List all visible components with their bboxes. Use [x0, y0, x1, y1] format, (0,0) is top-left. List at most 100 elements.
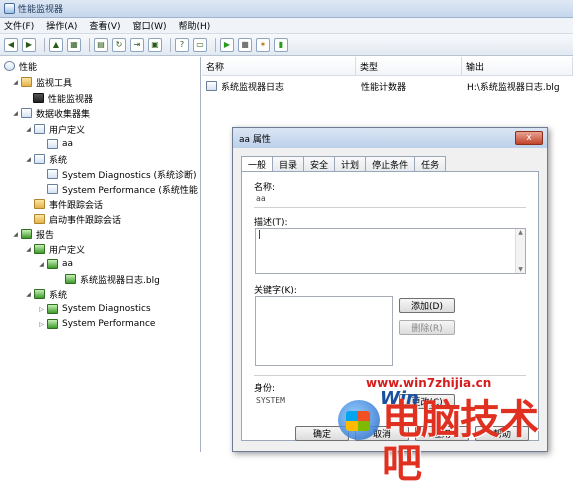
tree-system[interactable]: ◢ 系统	[25, 152, 67, 166]
collapse-arrow-icon[interactable]: ◢	[25, 156, 32, 163]
divider	[254, 207, 526, 208]
table-row[interactable]: 系统监视器日志	[206, 79, 284, 93]
toolbar-separator	[170, 37, 171, 52]
tree-sys-diagnostics[interactable]: System Diagnostics (系统诊断)	[47, 167, 197, 181]
collapse-arrow-icon[interactable]: ◢	[25, 246, 32, 253]
log-file-icon	[65, 274, 76, 284]
folder-icon	[34, 214, 45, 224]
tree-monitoring-tools[interactable]: ◢ 监视工具	[12, 75, 72, 89]
tree-reports-log[interactable]: 系统监视器日志.blg	[65, 272, 160, 286]
performance-icon	[4, 61, 15, 71]
tab-security[interactable]: 安全	[303, 156, 336, 171]
navigation-tree: 性能 ◢ 监视工具 性能监视器 ◢ 数据收集器集 ◢ 用户定义 aa ◢ 系统 …	[0, 57, 201, 452]
expand-arrow-icon[interactable]: ▷	[38, 321, 45, 328]
new-set-icon[interactable]: ✶	[256, 37, 270, 52]
toolbar: ◀ ▶ ▲ ▦ ▤ ↻ ⇥ ▣ ? ▭ ▶ ■ ✶ ▮	[0, 34, 573, 56]
tree-event-trace[interactable]: 事件跟踪会话	[34, 197, 103, 211]
add-keyword-button[interactable]: 添加(D)	[399, 298, 455, 313]
tab-directory[interactable]: 目录	[272, 156, 305, 171]
dialog-title-bar: aa 属性 x	[233, 128, 547, 148]
tab-general[interactable]: 一般	[241, 156, 274, 172]
properties-icon[interactable]: ▣	[148, 37, 162, 52]
collector-set-icon	[21, 108, 32, 118]
report-icon	[34, 244, 45, 254]
menu-window[interactable]: 窗口(W)	[133, 19, 167, 32]
folder-icon	[34, 199, 45, 209]
chart-icon	[33, 93, 44, 103]
report-icon	[47, 259, 58, 269]
menu-action[interactable]: 操作(A)	[46, 19, 77, 32]
copy-icon[interactable]: ▤	[94, 37, 108, 52]
tab-task[interactable]: 任务	[414, 156, 447, 171]
description-label: 描述(T):	[254, 218, 288, 228]
back-icon[interactable]: ◀	[4, 37, 18, 52]
description-field[interactable]: | ▲ ▼	[255, 228, 526, 274]
tab-schedule[interactable]: 计划	[334, 156, 367, 171]
tree-sys-performance[interactable]: System Performance (系统性能	[47, 182, 198, 196]
tree-reports-system[interactable]: ◢ 系统	[25, 287, 67, 301]
folder-icon	[21, 77, 32, 87]
tree-aa[interactable]: aa	[47, 137, 73, 151]
help-icon[interactable]: ?	[175, 37, 189, 52]
title-bar: 性能监视器	[0, 0, 573, 18]
tree-root[interactable]: 性能	[4, 59, 37, 73]
up-folder-icon[interactable]: ▲	[49, 37, 63, 52]
tree-perf-monitor[interactable]: 性能监视器	[33, 91, 93, 105]
tree-user-defined[interactable]: ◢ 用户定义	[25, 122, 85, 136]
toolbar-separator	[44, 37, 45, 52]
dialog-title: aa 属性	[239, 134, 271, 145]
stop-icon[interactable]: ■	[238, 37, 252, 52]
counter-icon	[206, 81, 217, 91]
column-header-name[interactable]: 名称	[202, 57, 356, 76]
identity-label: 身份:	[254, 384, 276, 394]
tree-reports-aa[interactable]: ◢ aa	[38, 257, 73, 271]
collapse-arrow-icon[interactable]: ◢	[12, 110, 19, 117]
export-icon[interactable]: ⇥	[130, 37, 144, 52]
column-header-output[interactable]: 输出	[462, 57, 573, 76]
tab-stop-condition[interactable]: 停止条件	[365, 156, 416, 171]
collector-icon	[47, 139, 58, 149]
menu-bar: 文件(F) 操作(A) 查看(V) 窗口(W) 帮助(H)	[0, 18, 573, 34]
windows-flag-icon	[346, 411, 370, 431]
show-tree-icon[interactable]: ▦	[67, 37, 81, 52]
menu-view[interactable]: 查看(V)	[89, 19, 120, 32]
tree-reports-sys-diag[interactable]: ▷ System Diagnostics	[38, 302, 151, 316]
report-icon	[34, 289, 45, 299]
identity-value: SYSTEM	[256, 396, 285, 405]
collector-set-icon	[34, 154, 45, 164]
remove-keyword-button[interactable]: 删除(R)	[399, 320, 455, 335]
column-header-type[interactable]: 类型	[356, 57, 462, 76]
row-output: H:\系统监视器日志.blg	[467, 82, 560, 93]
refresh-icon[interactable]: ↻	[112, 37, 126, 52]
menu-help[interactable]: 帮助(H)	[179, 19, 211, 32]
menu-file[interactable]: 文件(F)	[4, 19, 34, 32]
row-type: 性能计数器	[361, 82, 407, 93]
collapse-arrow-icon[interactable]: ◢	[12, 231, 19, 238]
tree-reports-sys-perf[interactable]: ▷ System Performance	[38, 317, 155, 331]
tree-reports[interactable]: ◢ 报告	[12, 227, 54, 241]
tree-reports-user-defined[interactable]: ◢ 用户定义	[25, 242, 85, 256]
toolbar-separator	[215, 37, 216, 52]
app-icon	[4, 3, 15, 14]
tab-strip: 一般 目录 安全 计划 停止条件 任务	[241, 156, 447, 172]
collapse-arrow-icon[interactable]: ◢	[12, 79, 19, 86]
tree-data-collector-sets[interactable]: ◢ 数据收集器集	[12, 106, 90, 120]
watermark-brand: 电脑技术吧	[382, 397, 539, 487]
forward-icon[interactable]: ▶	[22, 37, 36, 52]
window-title: 性能监视器	[18, 5, 64, 15]
report-icon[interactable]: ▮	[274, 37, 288, 52]
tree-startup-trace[interactable]: 启动事件跟踪会话	[34, 212, 121, 226]
start-icon[interactable]: ▶	[220, 37, 234, 52]
window-icon[interactable]: ▭	[193, 37, 207, 52]
text-caret: |	[258, 230, 262, 240]
name-label: 名称:	[254, 183, 276, 193]
collapse-arrow-icon[interactable]: ◢	[25, 126, 32, 133]
expand-arrow-icon[interactable]: ▷	[38, 306, 45, 313]
collapse-arrow-icon[interactable]: ◢	[38, 261, 45, 268]
close-button[interactable]: x	[515, 131, 543, 145]
collapse-arrow-icon[interactable]: ◢	[25, 291, 32, 298]
keywords-list[interactable]	[255, 296, 393, 366]
name-value: aa	[256, 194, 266, 203]
description-scrollbar[interactable]: ▲ ▼	[515, 229, 525, 273]
toolbar-separator	[89, 37, 90, 52]
